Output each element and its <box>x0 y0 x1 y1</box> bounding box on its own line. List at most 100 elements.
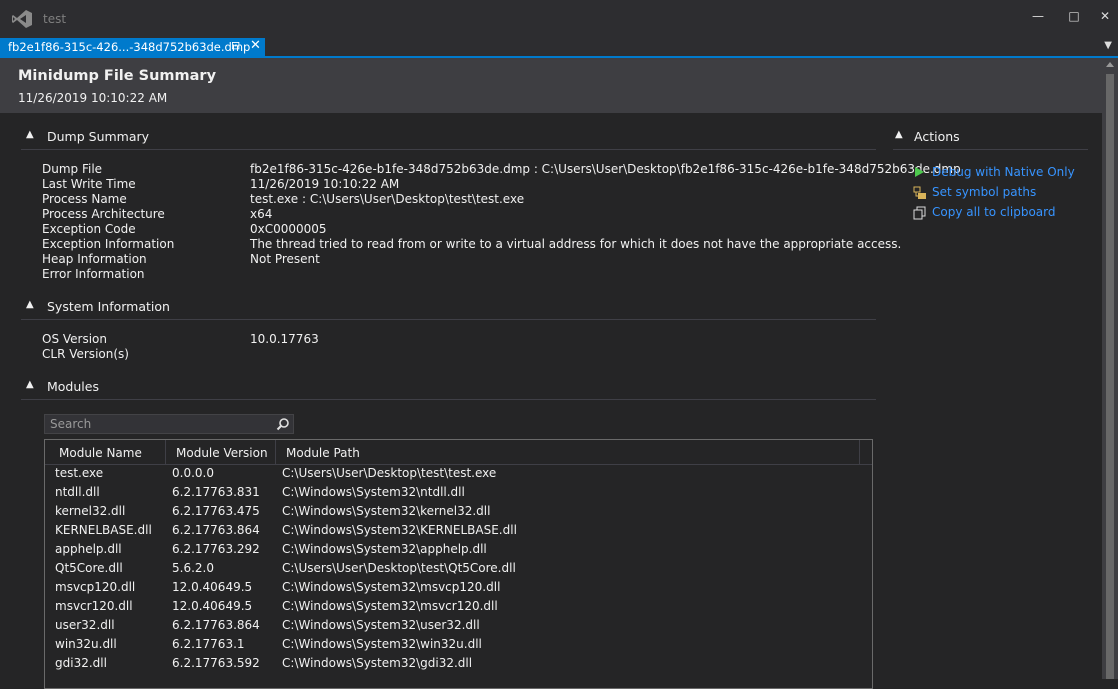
section-divider <box>21 149 876 150</box>
maximize-button[interactable]: □ <box>1063 6 1085 26</box>
collapse-caret-icon[interactable]: ▲ <box>26 299 34 310</box>
play-icon <box>915 167 924 177</box>
visual-studio-logo-icon <box>12 10 32 28</box>
process-name-value: test.exe : C:\Users\User\Desktop\test\te… <box>250 192 525 206</box>
table-row[interactable]: apphelp.dll 6.2.17763.292 C:\Windows\Syste… <box>45 542 872 561</box>
module-path-cell: C:\Windows\System32\gdi32.dll <box>282 656 473 670</box>
document-tab-strip: fb2e1f86-315c-426...-348d752b63de.dmp ⊡ … <box>0 38 1118 58</box>
heap-information-label: Heap Information <box>42 252 147 266</box>
module-path-cell: C:\Windows\System32\ntdll.dll <box>282 485 465 499</box>
exception-information-label: Exception Information <box>42 237 175 251</box>
error-information-label: Error Information <box>42 267 145 281</box>
module-path-cell: C:\Windows\System32\msvcp120.dll <box>282 580 501 594</box>
module-path-cell: C:\Windows\System32\msvcr120.dll <box>282 599 498 613</box>
close-window-button[interactable]: ✕ <box>1094 6 1116 26</box>
section-divider <box>893 149 1088 150</box>
section-title: Modules <box>47 379 99 394</box>
scroll-up-icon[interactable] <box>1106 62 1114 67</box>
section-dump-summary-header[interactable]: ▲ Dump Summary <box>26 129 226 147</box>
column-header-module-version[interactable]: Module Version <box>166 440 276 464</box>
table-row[interactable]: gdi32.dll 6.2.17763.592 C:\Windows\System3… <box>45 656 872 675</box>
minimize-button[interactable]: — <box>1027 6 1049 26</box>
module-name-cell: gdi32.dll <box>55 656 107 670</box>
process-architecture-label: Process Architecture <box>42 207 165 221</box>
module-version-cell: 12.0.40649.5 <box>172 580 253 594</box>
app-title: test <box>43 12 67 26</box>
module-version-cell: 6.2.17763.864 <box>172 618 260 632</box>
pin-icon[interactable]: ⊡ <box>231 39 240 52</box>
table-row[interactable]: Qt5Core.dll 5.6.2.0 C:\Users\User\Desktop\… <box>45 561 872 580</box>
module-version-cell: 6.2.17763.475 <box>172 504 260 518</box>
module-name-cell: msvcp120.dll <box>55 580 136 594</box>
column-header-module-name[interactable]: Module Name <box>45 440 166 464</box>
copy-icon <box>913 206 926 220</box>
module-version-cell: 6.2.17763.592 <box>172 656 260 670</box>
table-row[interactable]: ntdll.dll 6.2.17763.831 C:\Windows\System3… <box>45 485 872 504</box>
tab-label: fb2e1f86-315c-426...-348d752b63de.dmp <box>8 40 251 54</box>
last-write-time-value: 11/26/2019 10:10:22 AM <box>250 177 400 191</box>
module-path-cell: C:\Windows\System32\kernel32.dll <box>282 504 491 518</box>
table-row[interactable]: KERNELBASE.dll 6.2.17763.864 C:\Windows\Sy… <box>45 523 872 542</box>
module-path-cell: C:\Users\User\Desktop\test\test.exe <box>282 466 497 480</box>
section-system-information-header[interactable]: ▲ System Information <box>26 299 226 317</box>
module-path-cell: C:\Windows\System32\apphelp.dll <box>282 542 487 556</box>
title-bar: test — □ ✕ <box>0 0 1118 38</box>
module-path-cell: C:\Users\User\Desktop\test\Qt5Core.dll <box>282 561 516 575</box>
header-date: 11/26/2019 10:10:22 AM <box>18 91 168 105</box>
process-name-label: Process Name <box>42 192 127 206</box>
search-input[interactable]: Search <box>50 417 91 431</box>
module-name-cell: user32.dll <box>55 618 115 632</box>
module-name-cell: msvcr120.dll <box>55 599 133 613</box>
module-version-cell: 6.2.17763.1 <box>172 637 245 651</box>
module-name-cell: ntdll.dll <box>55 485 100 499</box>
module-version-cell: 6.2.17763.864 <box>172 523 260 537</box>
action-label: Debug with Native Only <box>932 165 1075 179</box>
action-label: Set symbol paths <box>932 185 1037 199</box>
module-version-cell: 5.6.2.0 <box>172 561 214 575</box>
module-path-cell: C:\Windows\System32\win32u.dll <box>282 637 482 651</box>
os-version-value: 10.0.17763 <box>250 332 319 346</box>
scroll-thumb[interactable] <box>1106 74 1114 679</box>
exception-code-label: Exception Code <box>42 222 136 236</box>
exception-code-value: 0xC0000005 <box>250 222 327 236</box>
module-name-cell: kernel32.dll <box>55 504 126 518</box>
tab-close-icon[interactable]: ✕ <box>250 38 261 53</box>
table-row[interactable]: msvcp120.dll 12.0.40649.5 C:\Windows\Syste… <box>45 580 872 599</box>
exception-information-value: The thread tried to read from or write t… <box>250 237 902 251</box>
table-row[interactable]: user32.dll 6.2.17763.864 C:\Windows\System… <box>45 618 872 637</box>
column-header-module-path[interactable]: Module Path <box>276 440 860 464</box>
page-title: Minidump File Summary <box>18 68 217 84</box>
process-architecture-value: x64 <box>250 207 273 221</box>
vertical-scrollbar[interactable] <box>1102 58 1118 679</box>
heap-information-value: Not Present <box>250 252 320 266</box>
modules-table: Module Name Module Version Module Path t… <box>44 439 873 689</box>
table-row[interactable]: msvcr120.dll 12.0.40649.5 C:\Windows\Syste… <box>45 599 872 618</box>
table-row[interactable]: win32u.dll 6.2.17763.1 C:\Windows\System32… <box>45 637 872 656</box>
module-name-cell: Qt5Core.dll <box>55 561 123 575</box>
table-row[interactable]: kernel32.dll 6.2.17763.475 C:\Windows\Syst… <box>45 504 872 523</box>
symbol-paths-icon <box>913 186 926 199</box>
section-divider <box>21 399 876 400</box>
module-version-cell: 6.2.17763.831 <box>172 485 260 499</box>
collapse-caret-icon[interactable]: ▲ <box>26 129 34 140</box>
collapse-caret-icon[interactable]: ▲ <box>26 379 34 390</box>
tab-list-dropdown-icon[interactable]: ▼ <box>1104 40 1112 51</box>
search-icon[interactable] <box>276 417 290 431</box>
collapse-caret-icon[interactable]: ▲ <box>895 129 903 140</box>
section-modules-header[interactable]: ▲ Modules <box>26 379 226 397</box>
module-version-cell: 12.0.40649.5 <box>172 599 253 613</box>
table-row[interactable]: test.exe 0.0.0.0 C:\Users\User\Desktop\tes… <box>45 466 872 485</box>
module-name-cell: win32u.dll <box>55 637 117 651</box>
clr-version-label: CLR Version(s) <box>42 347 129 361</box>
dump-file-value: fb2e1f86-315c-426e-b1fe-348d752b63de.dmp… <box>250 162 961 176</box>
actions-title: Actions <box>914 129 960 144</box>
module-name-cell: apphelp.dll <box>55 542 122 556</box>
module-version-cell: 6.2.17763.292 <box>172 542 260 556</box>
tab-dump-file[interactable]: fb2e1f86-315c-426...-348d752b63de.dmp ⊡ … <box>0 38 265 56</box>
module-path-cell: C:\Windows\System32\user32.dll <box>282 618 480 632</box>
dump-file-label: Dump File <box>42 162 103 176</box>
actions-header[interactable]: ▲ Actions <box>895 129 1075 147</box>
module-version-cell: 0.0.0.0 <box>172 466 214 480</box>
os-version-label: OS Version <box>42 332 108 346</box>
module-search-box[interactable]: Search <box>44 414 294 434</box>
